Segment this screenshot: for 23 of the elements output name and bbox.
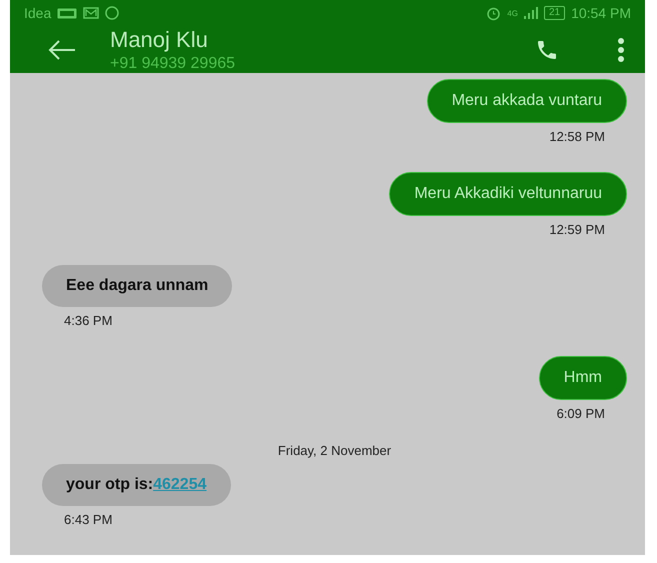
message-time: 6:09 PM xyxy=(556,406,605,421)
alarm-icon xyxy=(486,6,502,20)
battery-level: 21 xyxy=(544,6,566,20)
date-separator: Friday, 2 November xyxy=(278,443,392,458)
otp-link[interactable]: 462254 xyxy=(153,476,206,493)
message-time: 6:43 PM xyxy=(64,512,112,527)
message-text: Hmm xyxy=(564,369,602,387)
more-options-icon[interactable] xyxy=(617,36,625,62)
contact-number: +91 94939 29965 xyxy=(110,54,236,72)
message-time: 12:58 PM xyxy=(549,129,605,144)
back-icon[interactable] xyxy=(48,40,76,60)
clock: 10:54 PM xyxy=(571,5,631,21)
signal-icon xyxy=(524,7,538,19)
message-time: 12:59 PM xyxy=(549,222,605,237)
carrier-name: Idea xyxy=(24,5,52,21)
message-icon xyxy=(83,7,100,19)
message-time: 4:36 PM xyxy=(64,313,112,328)
message-text: Meru Akkadiki veltunnaruu xyxy=(414,185,602,203)
network-type: 4G xyxy=(507,8,518,18)
message-text: your otp is:462254 xyxy=(66,476,206,494)
message-text: Eee dagara unnam xyxy=(66,277,208,295)
message-text: Meru akkada vuntaru xyxy=(452,92,602,110)
contact-name: Manoj Klu xyxy=(110,26,209,52)
